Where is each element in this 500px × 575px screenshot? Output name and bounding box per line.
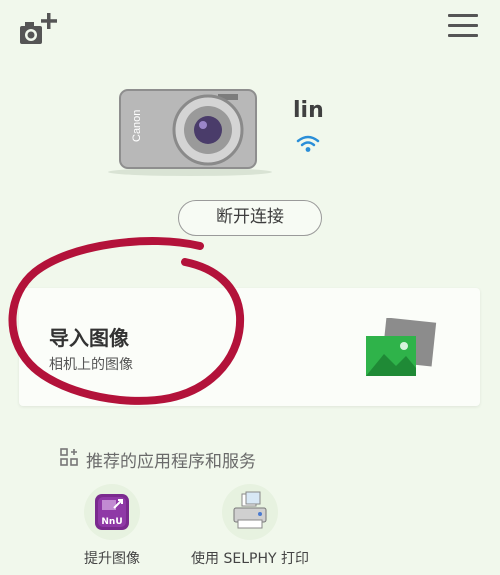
- camera-image: Canon: [100, 82, 280, 180]
- device-name: lin: [293, 98, 324, 123]
- image-enhance-app-icon: NnU: [84, 484, 140, 540]
- services-section-title: 推荐的应用程序和服务: [86, 452, 256, 472]
- service-label: 提升图像: [84, 551, 140, 567]
- camera-plus-icon: [20, 13, 57, 44]
- svg-text:Canon: Canon: [131, 110, 143, 142]
- wifi-icon: [296, 134, 320, 154]
- service-selphy-print[interactable]: 使用 SELPHY 打印: [180, 484, 320, 568]
- hamburger-menu-icon-bar: [448, 24, 478, 27]
- service-label: 使用 SELPHY 打印: [191, 551, 309, 567]
- disconnect-button[interactable]: 断开连接: [178, 200, 322, 236]
- app-icon-badge-text: NnU: [101, 517, 122, 527]
- apps-grid-icon: [60, 448, 78, 466]
- import-card-subtitle: 相机上的图像: [49, 357, 133, 373]
- add-camera-button[interactable]: [16, 10, 60, 50]
- hamburger-menu-icon: [448, 14, 478, 17]
- selphy-printer-icon: [222, 484, 278, 540]
- gallery-icon: [362, 317, 438, 380]
- import-card-title: 导入图像: [49, 326, 129, 350]
- service-enhance-images[interactable]: NnU 提升图像: [42, 484, 182, 568]
- menu-button[interactable]: [448, 14, 478, 42]
- hamburger-menu-icon-bar: [448, 34, 478, 37]
